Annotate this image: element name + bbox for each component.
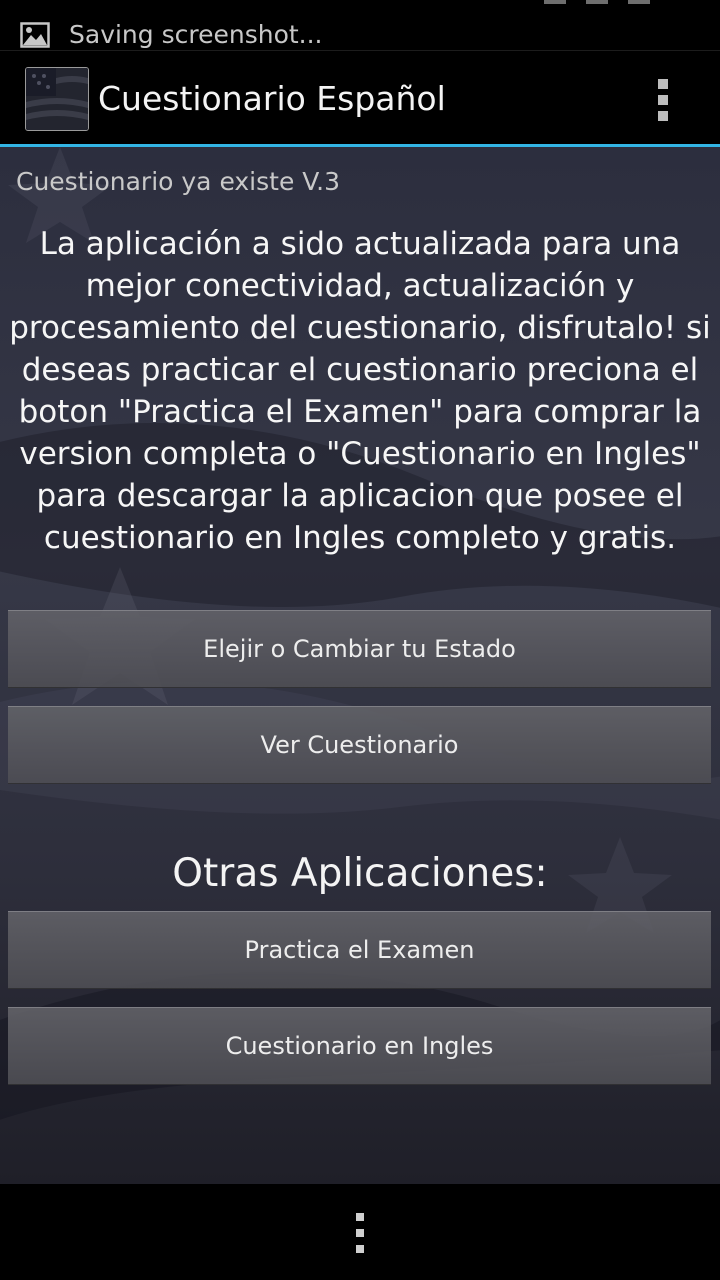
overflow-menu-icon[interactable] — [646, 75, 682, 125]
main-content: Cuestionario ya existe V.3 La aplicación… — [0, 147, 720, 1184]
status-bar: Saving screenshot... — [0, 0, 720, 51]
choose-state-button[interactable]: Elejir o Cambiar tu Estado — [8, 610, 711, 688]
image-icon — [20, 22, 50, 48]
app-icon[interactable] — [25, 67, 89, 131]
action-bar: Cuestionario Español — [0, 51, 720, 147]
info-line: procesamiento del cuestionario, disfruta… — [9, 310, 711, 346]
status-icons — [544, 0, 650, 4]
other-apps-heading: Otras Aplicaciones: — [172, 851, 548, 896]
info-line: deseas practicar el cuestionario precion… — [21, 352, 699, 388]
english-questionnaire-button[interactable]: Cuestionario en Ingles — [8, 1007, 711, 1085]
practice-exam-button[interactable]: Practica el Examen — [8, 911, 711, 989]
notification-text: Saving screenshot... — [69, 20, 323, 49]
screen: Saving screenshot... Cuestionario Españo… — [0, 0, 720, 1280]
navigation-bar — [0, 1184, 720, 1280]
version-text: Cuestionario ya existe V.3 — [16, 167, 341, 196]
info-text: La aplicación a sido actualizada para un… — [0, 223, 720, 559]
info-line: boton "Practica el Examen" para comprar … — [18, 394, 702, 430]
info-line: para descargar la aplicacion que posee e… — [36, 478, 684, 514]
info-line: mejor conectividad, actualización y — [85, 268, 635, 304]
info-line: cuestionario en Ingles completo y gratis… — [43, 520, 677, 556]
flag-icon — [26, 68, 88, 130]
menu-dots-icon[interactable] — [348, 1211, 372, 1255]
info-line: La aplicación a sido actualizada para un… — [39, 226, 681, 262]
app-title: Cuestionario Español — [98, 79, 446, 118]
info-line: version completa o "Cuestionario en Ingl… — [19, 436, 701, 472]
view-questionnaire-button[interactable]: Ver Cuestionario — [8, 706, 711, 784]
